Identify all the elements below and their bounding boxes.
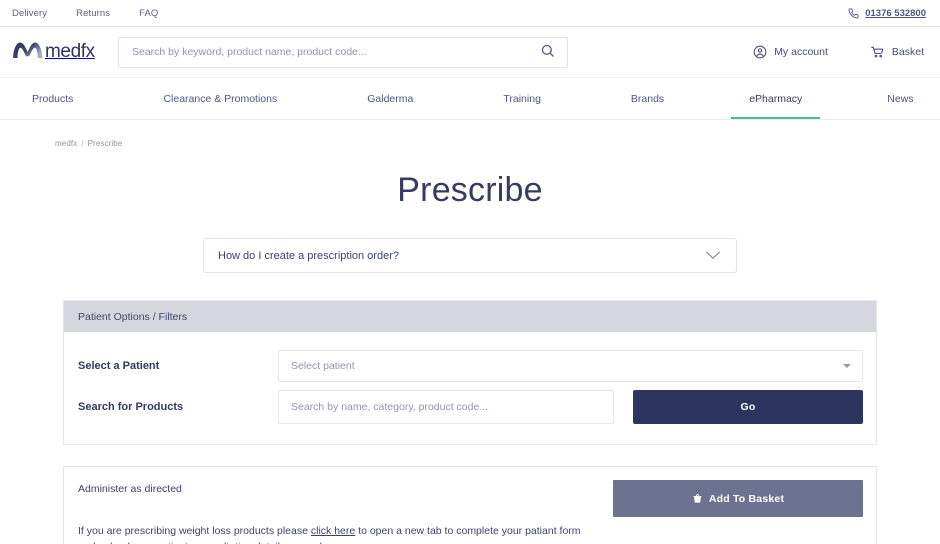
- utility-bar: Delivery Returns FAQ 01376 532800: [0, 0, 940, 27]
- search-products-label: Search for Products: [78, 401, 184, 413]
- nav-item-brands[interactable]: Brands: [586, 78, 709, 119]
- patient-options-panel-header: Patient Options / Filters: [64, 301, 876, 332]
- basket-icon: [692, 493, 703, 504]
- form-row-search-products: Search for Products Go: [76, 390, 863, 424]
- breadcrumb-current: Prescribe: [87, 139, 123, 148]
- note-text-before: If you are prescribing weight loss produ…: [78, 525, 311, 537]
- utility-link-delivery[interactable]: Delivery: [12, 8, 47, 19]
- logo-text: medfx: [45, 41, 95, 62]
- accordion-label: How do I create a prescription order?: [218, 249, 399, 262]
- phone-icon: [848, 7, 859, 19]
- search-submit-button[interactable]: [540, 43, 555, 61]
- administer-panel: Administer as directed Add To Basket If …: [63, 466, 877, 544]
- search-products-input[interactable]: [278, 390, 614, 424]
- basket-label: Basket: [891, 46, 924, 58]
- nav-item-products[interactable]: Products: [22, 78, 118, 119]
- weight-loss-note: If you are prescribing weight loss produ…: [76, 523, 596, 544]
- go-button[interactable]: Go: [633, 390, 863, 424]
- basket-link[interactable]: Basket: [870, 45, 924, 59]
- chevron-down-icon: [706, 247, 720, 265]
- add-to-basket-label: Add To Basket: [708, 492, 785, 505]
- nav-item-clearance-promotions[interactable]: Clearance & Promotions: [118, 78, 322, 119]
- caret-down-icon: [843, 364, 851, 368]
- page-content: medfx / Prescribe Prescribe How do I creat…: [0, 120, 940, 544]
- my-account-label: My account: [774, 46, 828, 58]
- my-account-link[interactable]: My account: [753, 45, 828, 59]
- phone-number-link[interactable]: 01376 532800: [848, 8, 926, 19]
- breadcrumb: medfx / Prescribe: [0, 120, 940, 148]
- header-search-bar[interactable]: [118, 36, 568, 68]
- site-header: medfx My account: [0, 27, 940, 78]
- select-patient-value: Select patient: [291, 360, 355, 372]
- select-patient-label: Select a Patient: [78, 360, 160, 372]
- search-input[interactable]: [132, 46, 540, 58]
- header-actions: My account Basket: [753, 45, 926, 59]
- breadcrumb-home[interactable]: medfx: [55, 139, 77, 148]
- select-patient-dropdown[interactable]: Select patient: [278, 350, 863, 382]
- utility-link-faq[interactable]: FAQ: [139, 8, 158, 19]
- faq-accordion-create-prescription[interactable]: How do I create a prescription order?: [203, 238, 737, 273]
- site-logo[interactable]: medfx: [12, 38, 108, 67]
- shopping-cart-icon: [870, 45, 885, 59]
- utility-link-returns[interactable]: Returns: [76, 8, 110, 19]
- utility-links: Delivery Returns FAQ: [12, 8, 158, 19]
- search-products-control: Go: [278, 390, 863, 424]
- panel-header-title: Patient Options / Filters: [78, 310, 188, 323]
- patient-options-panel: Patient Options / Filters Select a Patie…: [63, 300, 877, 445]
- select-patient-control: Select patient: [278, 350, 863, 382]
- click-here-link[interactable]: click here: [311, 525, 355, 537]
- page-title: Prescribe: [397, 171, 543, 209]
- form-row-select-patient: Select a Patient Select patient: [76, 350, 863, 382]
- nav-item-epharmacy[interactable]: ePharmacy: [709, 78, 842, 119]
- patient-options-panel-body: Select a Patient Select patient Search f…: [64, 332, 876, 444]
- medfx-m-logo-icon: [12, 38, 44, 67]
- user-circle-icon: [753, 45, 767, 59]
- nav-item-training[interactable]: Training: [458, 78, 586, 119]
- main-navigation: Products Clearance & Promotions Galderma…: [0, 78, 940, 120]
- breadcrumb-separator: /: [81, 139, 84, 148]
- nav-item-news[interactable]: News: [842, 78, 940, 119]
- nav-item-galderma[interactable]: Galderma: [322, 78, 458, 119]
- add-to-basket-button[interactable]: Add To Basket: [613, 480, 863, 517]
- phone-number-text: 01376 532800: [865, 7, 926, 19]
- search-icon: [540, 43, 555, 61]
